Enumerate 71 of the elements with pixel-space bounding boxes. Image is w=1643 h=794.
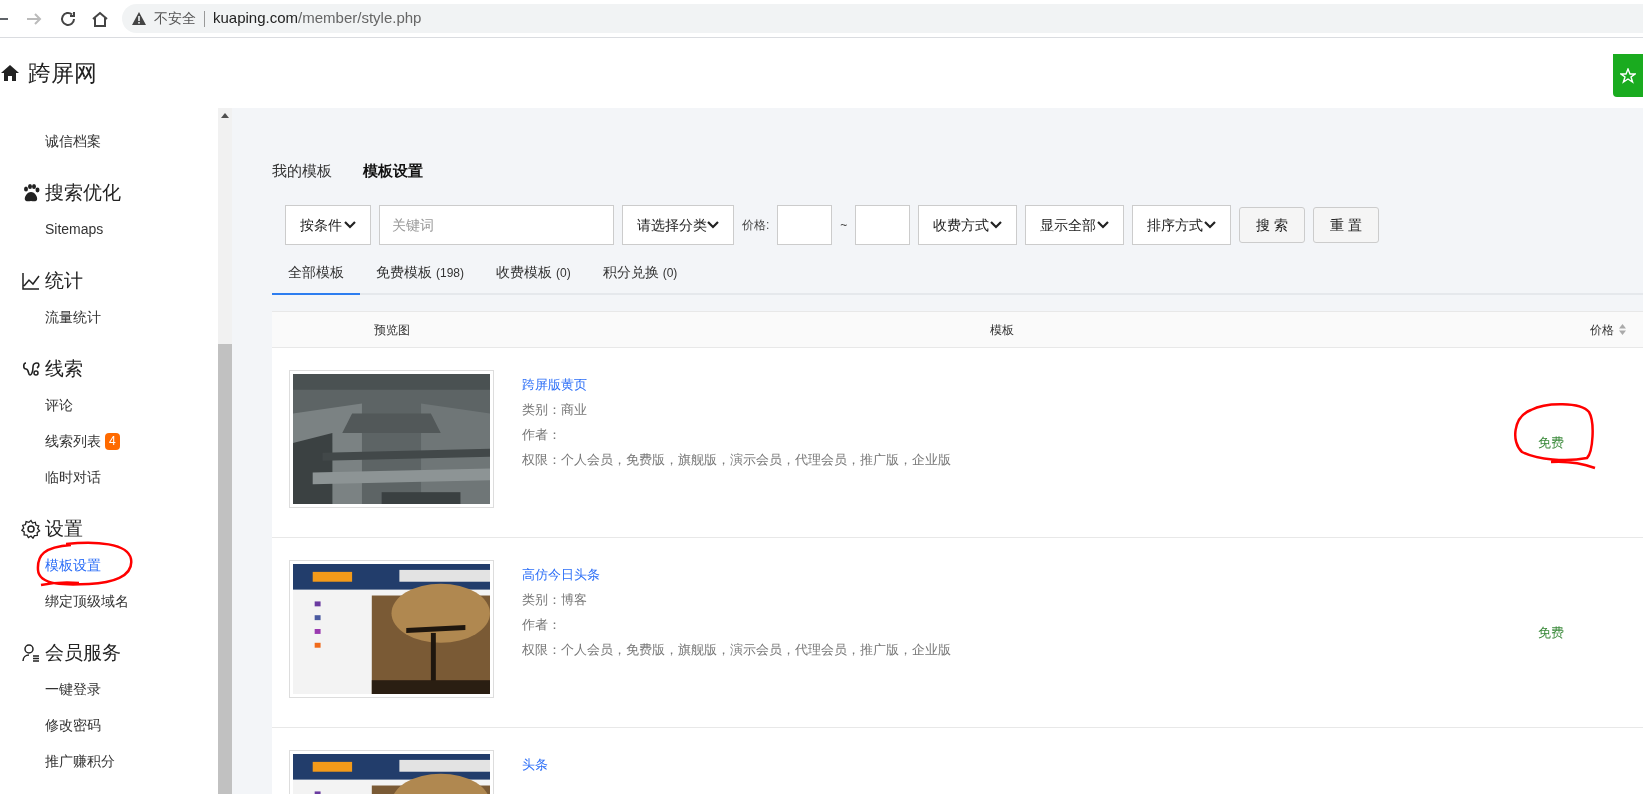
house-icon [0,64,20,82]
chevron-down-icon [1097,221,1110,229]
sidebar-item[interactable]: 一键登录 [45,678,101,700]
sidebar-item[interactable]: 诚信档案 [45,130,101,152]
chevron-down-icon [707,221,719,229]
dropdown[interactable]: 排序方式 [1132,205,1232,245]
column-header: 预览图 [373,321,411,339]
user-list-icon [21,643,41,663]
reload-icon[interactable] [59,9,77,28]
star-icon [1620,67,1636,84]
sidebar-item[interactable]: 模板设置 [45,554,101,576]
dropdown[interactable]: 显示全部 [1025,205,1125,245]
home-icon[interactable] [91,9,109,28]
sidebar-item[interactable]: 绑定顶级域名 [45,590,129,612]
sidebar-item[interactable]: Sitemaps [45,218,104,240]
page-tab[interactable]: 模板设置 [363,159,423,183]
sidebar-item[interactable]: 评论 [45,394,73,416]
chevron-down-icon [344,221,356,229]
sidebar-item[interactable]: 流量统计 [45,306,101,328]
input-field[interactable] [777,205,833,245]
filter-label: ~ [840,217,848,234]
site-name[interactable]: 跨屏网 [28,55,97,91]
sidebar-heading: 会员服务 [45,640,121,665]
category-tab[interactable]: 免费模板 (198) [360,251,480,295]
settings-icon [21,519,41,539]
category-text: 类别：博客 [522,591,588,609]
dropdown[interactable]: 收费方式 [918,205,1018,245]
sidebar-heading: 线索 [45,356,83,381]
sidebar-heading: 统计 [45,268,83,293]
sidebar-heading: 设置 [45,516,83,541]
category-tab[interactable]: 收费模板 (0) [480,251,587,295]
template-title-link[interactable]: 头条 [522,755,1522,775]
sidebar-item[interactable]: 修改密码 [45,714,101,736]
scrollbar[interactable] [218,108,232,794]
url-text: kuaping.com/member/style.php [213,8,422,29]
filter-button[interactable]: 搜 索 [1239,207,1306,243]
category-tab[interactable]: 积分兑换 (0) [586,251,694,295]
column-header: 模板 [989,321,1015,339]
address-bar[interactable]: 不安全 kuaping.com/member/style.php [122,4,1643,33]
scroll-up-icon[interactable] [221,112,229,118]
input-field[interactable]: 关键词 [379,205,614,245]
price-text: 免费 [1538,433,1564,452]
permissions-text: 权限：个人会员，免费版，旗舰版，演示会员，代理会员，推广版，企业版 [522,641,952,659]
permissions-text: 权限：个人会员，免费版，旗舰版，演示会员，代理会员，推广版，企业版 [522,451,952,469]
column-header[interactable]: 价格 [1492,320,1626,339]
sidebar-heading: 搜索优化 [45,180,121,205]
favorite-button[interactable] [1613,54,1643,97]
author-text: 作者： [522,426,562,444]
sidebar-item[interactable]: 线索列表 [45,430,101,452]
price-text: 免费 [1538,623,1564,642]
security-label: 不安全 [154,9,196,28]
category-tab[interactable]: 全部模板 [272,251,360,295]
dropdown[interactable]: 请选择分类 [622,205,734,245]
input-field[interactable] [855,205,911,245]
page-tab[interactable]: 我的模板 [272,159,332,183]
template-title-link[interactable]: 高仿今日头条 [522,565,1522,585]
author-text: 作者： [522,616,562,634]
chevron-down-icon [1204,221,1217,229]
route-icon [21,359,41,379]
filter-button[interactable]: 重 置 [1313,207,1380,243]
category-text: 类别：商业 [522,401,588,419]
template-title-link[interactable]: 跨屏版黄页 [522,375,1522,395]
filter-label: 价格: [742,217,770,234]
paw-icon [21,183,41,203]
warning-icon [132,12,146,25]
dropdown[interactable]: 按条件 [285,205,371,245]
chevron-down-icon [990,221,1003,229]
count-badge: 4 [105,432,120,450]
sidebar-item[interactable]: 推广赚积分 [45,750,115,772]
sidebar-item[interactable]: 临时对话 [45,466,101,488]
line-chart-icon [21,271,41,291]
